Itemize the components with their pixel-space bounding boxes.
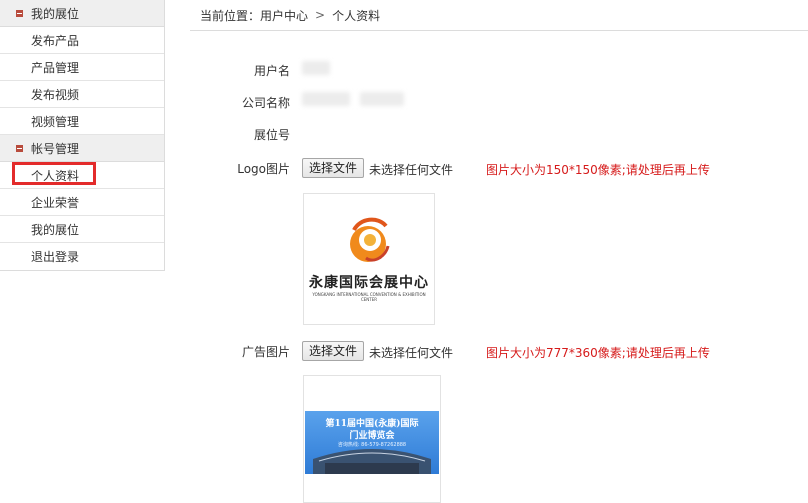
ad-building-icon — [313, 449, 431, 474]
ad-banner: 第11届中国(永康)国际 门业博览会 咨询热线: 86-579-87262888 — [305, 411, 439, 474]
sidebar-item-label: 我的展位 — [31, 222, 80, 237]
username-value — [302, 61, 330, 75]
username-label: 用户名 — [253, 64, 290, 78]
sidebar-group-label: 我的展位 — [31, 6, 80, 21]
sidebar-item-label: 个人资料 — [31, 168, 80, 183]
breadcrumb-level1[interactable]: 用户中心 — [260, 7, 308, 24]
company-label: 公司名称 — [241, 96, 290, 110]
ad-label: 广告图片 — [241, 345, 290, 359]
breadcrumb: 当前位置： 用户中心 > 个人资料 — [190, 0, 808, 31]
company-value-part2 — [360, 92, 404, 106]
company-value-part1 — [302, 92, 350, 106]
logo-preview-subtitle: YONGKANG INTERNATIONAL CONVENTION & EXHI… — [312, 292, 426, 302]
breadcrumb-separator: > — [315, 8, 326, 22]
sidebar-item-my-booth[interactable]: 我的展位 — [0, 216, 164, 243]
sidebar-group-account[interactable]: 帐号管理 — [0, 135, 164, 162]
booth-label: 展位号 — [253, 128, 290, 142]
ad-size-hint: 图片大小为777*360像素;请处理后再上传 — [486, 346, 710, 360]
sidebar-group-label: 帐号管理 — [31, 141, 80, 156]
sidebar-item-product-manage[interactable]: 产品管理 — [0, 54, 164, 81]
sidebar-item-label: 企业荣誉 — [31, 195, 80, 210]
sidebar-item-honors[interactable]: 企业荣誉 — [0, 189, 164, 216]
sidebar-item-publish-video[interactable]: 发布视频 — [0, 81, 164, 108]
breadcrumb-level2: 个人资料 — [332, 8, 381, 23]
collapse-icon — [16, 144, 23, 152]
sidebar-item-label: 视频管理 — [31, 114, 80, 129]
logo-file-status: 未选择任何文件 — [369, 163, 454, 177]
sidebar: 我的展位 发布产品 产品管理 发布视频 视频管理 帐号管理 个人资料 企业荣誉 … — [0, 0, 165, 271]
logo-file-button[interactable]: 选择文件 — [302, 158, 365, 178]
logo-preview: 永康国际会展中心 YONGKANG INTERNATIONAL CONVENTI… — [303, 193, 435, 325]
sidebar-item-label: 发布视频 — [31, 87, 80, 102]
logo-label: Logo图片 — [237, 162, 290, 176]
collapse-icon — [16, 9, 23, 17]
sidebar-item-publish-product[interactable]: 发布产品 — [0, 27, 164, 54]
sidebar-item-video-manage[interactable]: 视频管理 — [0, 108, 164, 135]
sidebar-group-booth[interactable]: 我的展位 — [0, 0, 164, 27]
breadcrumb-prefix: 当前位置： — [200, 8, 261, 23]
logo-preview-name: 永康国际会展中心 — [309, 275, 429, 291]
logo-emblem-icon — [350, 217, 390, 262]
sidebar-item-logout[interactable]: 退出登录 — [0, 243, 164, 269]
ad-file-button[interactable]: 选择文件 — [302, 341, 365, 361]
sidebar-item-profile[interactable]: 个人资料 — [0, 162, 164, 189]
sidebar-item-label: 产品管理 — [31, 60, 80, 75]
sidebar-item-label: 发布产品 — [31, 33, 80, 48]
ad-preview: 第11届中国(永康)国际 门业博览会 咨询热线: 86-579-87262888 — [303, 375, 441, 503]
main-content: 当前位置： 用户中心 > 个人资料 用户名 公司名称 展位号 Logo图片 选择… — [190, 0, 808, 503]
logo-size-hint: 图片大小为150*150像素;请处理后再上传 — [486, 163, 710, 177]
sidebar-item-label: 退出登录 — [31, 249, 80, 264]
ad-file-status: 未选择任何文件 — [369, 346, 454, 360]
